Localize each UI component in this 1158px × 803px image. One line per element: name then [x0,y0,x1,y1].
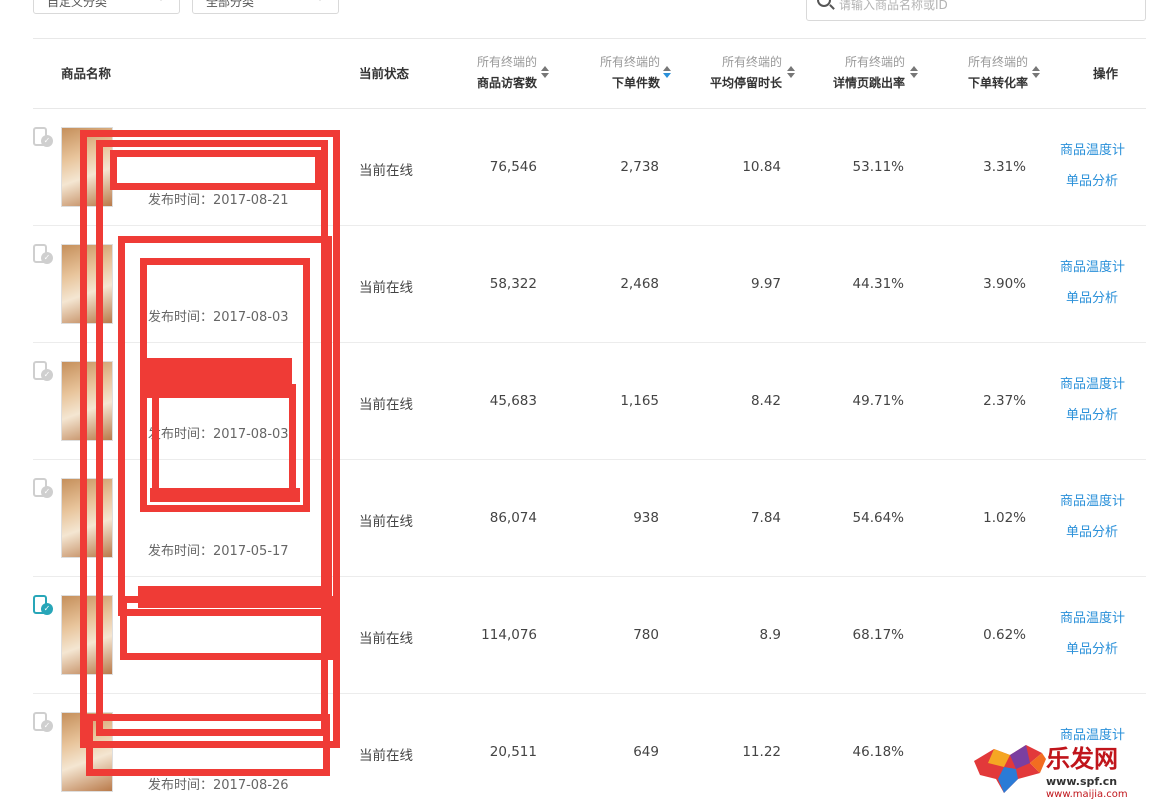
stay-value: 11.22 [742,744,781,760]
redaction-fill [150,488,300,502]
orders-value: 1,165 [620,393,659,409]
publish-date: 发布时间：2017-08-26 [148,778,289,793]
status-text: 当前在线 [359,397,413,413]
all-category-dropdown[interactable]: 全部分类 [192,0,339,14]
redaction-box [86,714,330,776]
bounce-value: 46.18% [852,744,904,760]
watermark-url: www.spf.cn [1046,775,1118,788]
mobile-terminal-icon [33,244,53,264]
sort-icon[interactable] [540,66,550,80]
dropdown-label: 全部分类 [206,0,255,9]
conversion-value: 1.02% [983,510,1026,526]
visitors-value: 45,683 [489,393,537,409]
mobile-terminal-icon [33,361,53,381]
mobile-terminal-icon [33,127,53,147]
bounce-value: 44.31% [852,276,904,292]
orders-value: 2,468 [620,276,659,292]
status-text: 当前在线 [359,748,413,764]
status-text: 当前在线 [359,280,413,296]
sort-icon[interactable] [1031,66,1041,80]
header-conv[interactable]: 所有终端的 下单转化率 [918,52,1028,94]
product-thermometer-link[interactable]: 商品温度计 [1060,490,1125,509]
conversion-value: 0.62% [983,627,1026,643]
orders-value: 2,738 [620,159,659,175]
header-status: 当前状态 [359,66,410,81]
redaction-fill [142,358,292,398]
orders-value: 938 [633,510,659,526]
bounce-value: 54.64% [852,510,904,526]
header-stay[interactable]: 所有终端的 平均停留时长 [672,52,782,94]
bounce-value: 68.17% [852,627,904,643]
custom-category-dropdown[interactable]: 自定义分类 [33,0,180,14]
single-product-analysis-link[interactable]: 单品分析 [1066,521,1118,540]
mobile-terminal-icon [33,712,53,732]
status-text: 当前在线 [359,514,413,530]
redaction-fill [138,586,332,608]
site-watermark: 乐发网 www.spf.cn www.maijia.com [962,735,1158,803]
header-name: 商品名称 [61,66,112,81]
sort-icon-active[interactable] [662,66,672,80]
visitors-value: 76,546 [489,159,537,175]
product-search-box[interactable]: × [806,0,1146,21]
conversion-value: 2.37% [983,393,1026,409]
header-orders[interactable]: 所有终端的 下单件数 [550,52,660,94]
single-product-analysis-link[interactable]: 单品分析 [1066,170,1118,189]
redaction-box [110,150,322,190]
clear-icon[interactable]: × [1126,0,1137,2]
bounce-value: 49.71% [852,393,904,409]
header-bounce[interactable]: 所有终端的 详情页跳出率 [795,52,905,94]
conversion-value: 3.31% [983,159,1026,175]
mobile-terminal-icon-active [33,595,53,615]
bounce-value: 53.11% [852,159,904,175]
orders-value: 649 [633,744,659,760]
stay-value: 8.9 [759,627,781,643]
header-top-divider [33,38,1146,39]
stay-value: 9.97 [750,276,781,292]
single-product-analysis-link[interactable]: 单品分析 [1066,404,1118,423]
product-thermometer-link[interactable]: 商品温度计 [1060,373,1125,392]
watermark-brand: 乐发网 [1046,744,1118,773]
bird-logo-icon [974,745,1046,793]
mobile-terminal-icon [33,478,53,498]
visitors-value: 86,074 [489,510,537,526]
stay-value: 10.84 [742,159,781,175]
status-text: 当前在线 [359,163,413,179]
single-product-analysis-link[interactable]: 单品分析 [1066,287,1118,306]
stay-value: 8.42 [750,393,781,409]
visitors-value: 20,511 [489,744,537,760]
header-actions: 操作 [1093,66,1119,81]
conversion-value: 3.90% [983,276,1026,292]
search-icon [817,0,831,7]
search-input[interactable] [839,0,1119,14]
dropdown-label: 自定义分类 [47,0,108,9]
orders-value: 780 [633,627,659,643]
header-visitors[interactable]: 所有终端的 商品访客数 [427,52,537,94]
redaction-box [152,384,296,502]
visitors-value: 114,076 [481,627,537,643]
product-thermometer-link[interactable]: 商品温度计 [1060,607,1125,626]
chevron-down-icon [314,0,326,1]
status-text: 当前在线 [359,631,413,647]
product-thermometer-link[interactable]: 商品温度计 [1060,139,1125,158]
chevron-down-icon [155,0,167,1]
visitors-value: 58,322 [489,276,537,292]
stay-value: 7.84 [750,510,781,526]
product-thermometer-link[interactable]: 商品温度计 [1060,256,1125,275]
single-product-analysis-link[interactable]: 单品分析 [1066,638,1118,657]
watermark-url-secondary: www.maijia.com [1046,789,1128,800]
